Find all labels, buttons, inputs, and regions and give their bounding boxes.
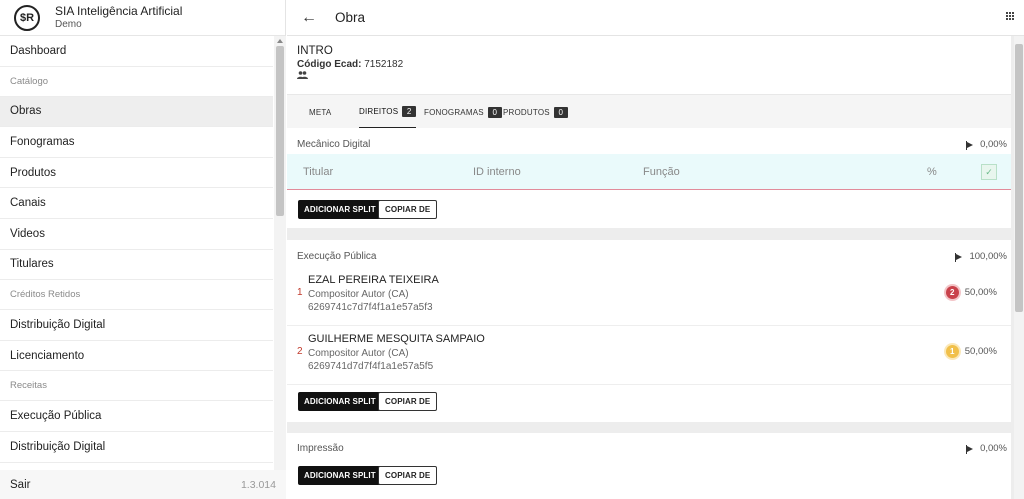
main-content: INTRO Código Ecad: 7152182 META DIREITOS…: [287, 36, 1024, 499]
section-percent: 100,00%: [955, 251, 1007, 262]
holder-role: Compositor Autor (CA): [308, 348, 409, 359]
column-id-interno: ID interno: [473, 166, 521, 178]
nav-item-titulares[interactable]: Titulares: [0, 250, 273, 281]
count-badge: 0: [553, 106, 568, 118]
add-split-button[interactable]: ADICIONAR SPLIT: [298, 392, 382, 411]
nav-item-produtos[interactable]: Produtos: [0, 158, 273, 189]
section-execucao-publica: Execução Pública 100,00% 1 EZAL PEREIRA …: [287, 240, 1011, 422]
nav-item-distribuicao-digital[interactable]: Distribuição Digital: [0, 310, 273, 341]
tab-label: DIREITOS: [359, 106, 399, 116]
count-badge: 2: [402, 105, 417, 117]
tab-label: FONOGRAMAS: [424, 107, 484, 117]
percent-value: 50,00%: [964, 287, 997, 298]
row-index: 2: [297, 346, 303, 357]
sidebar-footer: Sair 1.3.014: [0, 470, 286, 499]
section-percent: 0,00%: [966, 443, 1007, 454]
sidebar: $R SIA Inteligência Artificial Demo Dash…: [0, 0, 286, 499]
split-header-row: Titular ID interno Função % ✓: [287, 154, 1011, 190]
alert-badge[interactable]: 2: [945, 286, 959, 299]
section-impressao: Impressão 0,00% ADICIONAR SPLIT COPIAR D…: [287, 433, 1011, 499]
sidebar-scrollbar[interactable]: [274, 36, 286, 470]
count-badge: 0: [487, 106, 502, 118]
section-title: Execução Pública: [297, 251, 377, 262]
nav-item-execucao-publica[interactable]: Execução Pública: [0, 401, 273, 432]
row-index: 1: [297, 287, 303, 298]
column-funcao: Função: [643, 166, 680, 178]
copy-from-button[interactable]: COPIAR DE: [378, 200, 438, 219]
brand-subtitle: Demo: [55, 19, 82, 30]
tab-fonogramas[interactable]: FONOGRAMAS 0: [424, 95, 502, 129]
brand-header: $R SIA Inteligência Artificial Demo: [0, 0, 285, 36]
add-split-button[interactable]: ADICIONAR SPLIT: [298, 466, 382, 485]
copy-from-button[interactable]: COPIAR DE: [378, 392, 438, 411]
section-mecanico-digital: Mecânico Digital 0,00% Titular ID intern…: [287, 128, 1011, 228]
nav-section-receitas: Receitas: [0, 371, 273, 402]
top-bar: ← Obra: [287, 0, 1024, 36]
nav-item-obras[interactable]: Obras: [0, 96, 273, 128]
holder-percent: 2 50,00%: [945, 286, 997, 299]
logo: $R: [14, 4, 40, 31]
logout-link[interactable]: Sair: [10, 479, 30, 491]
percent-value: 0,00%: [980, 139, 1007, 150]
sidebar-scroll-thumb[interactable]: [276, 46, 284, 216]
group-icon: [297, 71, 308, 81]
copy-from-button[interactable]: COPIAR DE: [378, 466, 438, 485]
section-title: Impressão: [297, 443, 344, 454]
column-percent: %: [927, 166, 937, 178]
holder-id: 6269741c7d7f4f1a1e57a5f3: [308, 302, 433, 313]
scroll-up-icon[interactable]: [277, 39, 283, 43]
nav-item-fonogramas[interactable]: Fonogramas: [0, 127, 273, 158]
work-header-card: INTRO Código Ecad: 7152182 META DIREITOS…: [287, 36, 1011, 129]
tab-label: META: [309, 107, 332, 117]
flag-icon: [955, 252, 963, 262]
nav-item-videos[interactable]: Videos: [0, 219, 273, 250]
nav-section-creditos-retidos: Créditos Retidos: [0, 280, 273, 311]
percent-value: 100,00%: [969, 251, 1007, 262]
section-title: Mecânico Digital: [297, 139, 371, 150]
main-scroll-thumb[interactable]: [1015, 44, 1023, 312]
nav-item-dashboard[interactable]: Dashboard: [0, 36, 273, 67]
column-titular: Titular: [303, 166, 334, 178]
checkbox[interactable]: ✓: [981, 164, 997, 180]
nav-item-canais[interactable]: Canais: [0, 188, 273, 219]
nav-item-distribuicao-digital-receitas[interactable]: Distribuição Digital: [0, 432, 273, 463]
arrow-left-icon[interactable]: ←: [301, 9, 317, 27]
holder-percent: 1 50,00%: [945, 345, 997, 358]
tabs-bar: META DIREITOS 2 FONOGRAMAS 0 PRODUTOS 0: [287, 94, 1011, 129]
percent-value: 50,00%: [964, 346, 997, 357]
ecad-code: Código Ecad: 7152182: [297, 59, 403, 70]
add-split-button[interactable]: ADICIONAR SPLIT: [298, 200, 382, 219]
page-title: Obra: [335, 10, 366, 25]
tab-produtos[interactable]: PRODUTOS 0: [503, 95, 568, 129]
ecad-value: 7152182: [361, 59, 404, 70]
tab-label: PRODUTOS: [503, 107, 550, 117]
brand-name: SIA Inteligência Artificial: [55, 4, 183, 18]
flag-icon: [966, 140, 974, 150]
rights-holder-row[interactable]: 1 EZAL PEREIRA TEIXEIRA Compositor Autor…: [287, 268, 1011, 326]
flag-icon: [966, 444, 974, 454]
holder-role: Compositor Autor (CA): [308, 289, 409, 300]
apps-grid-icon[interactable]: [1006, 12, 1014, 20]
tab-direitos[interactable]: DIREITOS 2: [359, 95, 417, 129]
nav-section-catalogo: Catálogo: [0, 67, 273, 97]
section-percent: 0,00%: [966, 139, 1007, 150]
nav-menu: Dashboard Catálogo Obras Fonogramas Prod…: [0, 36, 273, 470]
holder-name: EZAL PEREIRA TEIXEIRA: [308, 274, 439, 286]
rights-holder-row[interactable]: 2 GUILHERME MESQUITA SAMPAIO Compositor …: [287, 327, 1011, 385]
work-title: INTRO: [297, 45, 333, 57]
version-label: 1.3.014: [240, 478, 276, 491]
percent-value: 0,00%: [980, 443, 1007, 454]
nav-item-licenciamento[interactable]: Licenciamento: [0, 341, 273, 372]
tab-meta[interactable]: META: [309, 95, 331, 129]
holder-name: GUILHERME MESQUITA SAMPAIO: [308, 333, 485, 345]
main-scrollbar[interactable]: [1014, 36, 1024, 499]
warning-badge[interactable]: 1: [945, 345, 959, 358]
holder-id: 6269741d7d7f4f1a1e57a5f5: [308, 361, 434, 372]
ecad-label: Código Ecad:: [297, 59, 362, 70]
